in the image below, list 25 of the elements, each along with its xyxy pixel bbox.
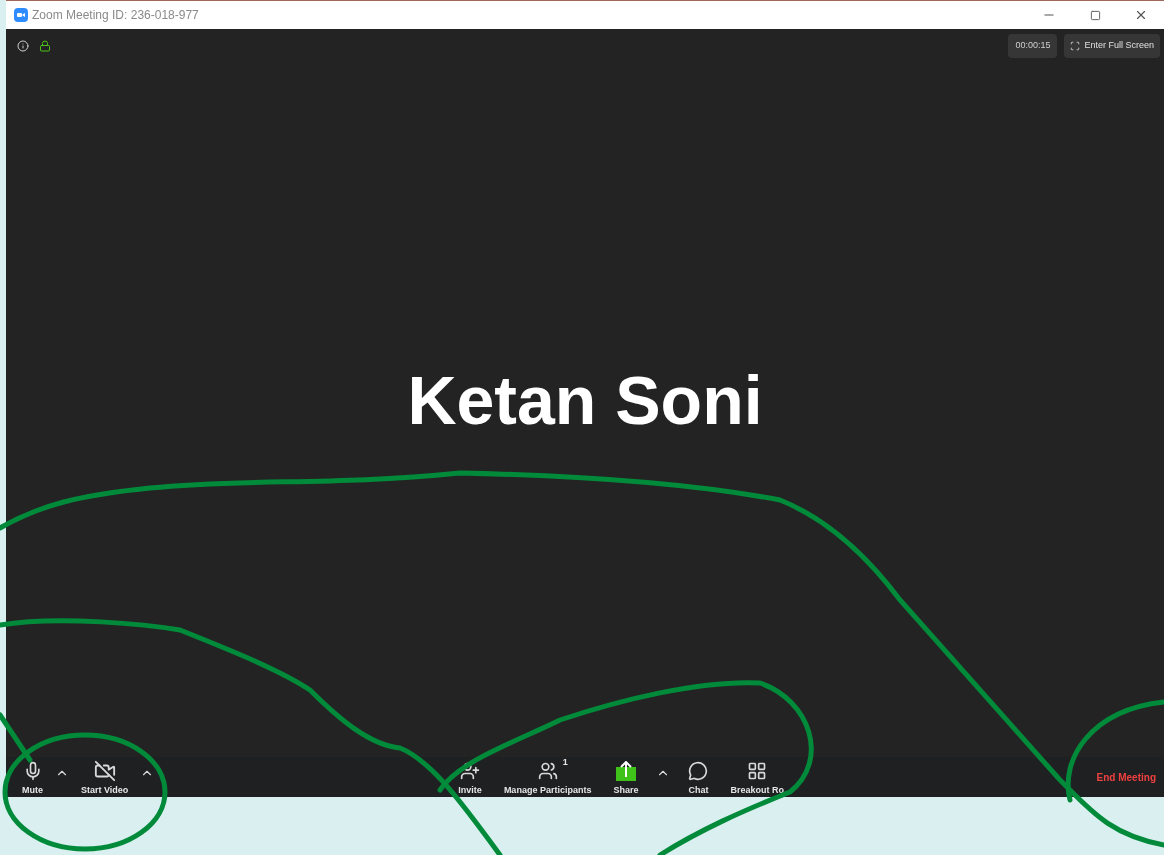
end-meeting-button[interactable]: End Meeting [1094,769,1158,785]
maximize-icon [1089,9,1101,21]
video-off-icon [93,759,116,782]
participant-count: 1 [562,757,568,767]
add-person-icon [460,760,481,781]
padlock-icon[interactable] [39,40,51,52]
grid-icon [747,760,768,781]
meeting-timer: 00:00:15 [1008,34,1058,58]
share-upload-icon [614,760,637,781]
chat-bubble-icon [688,760,709,781]
close-icon [1134,8,1148,22]
camera-app-icon [14,8,28,22]
breakout-button[interactable]: Breakout Ro [722,757,792,797]
mute-button[interactable]: Mute [14,757,51,797]
participant-name: Ketan Soni [407,361,763,440]
window-title: Zoom Meeting ID: 236-018-977 [32,7,199,24]
video-button[interactable]: Start Video [73,757,137,797]
invite-button[interactable]: Invite [450,757,490,797]
full-screen-button[interactable]: Enter Full Screen [1064,34,1160,58]
participants-button[interactable]: 1 Manage Participants [495,757,600,797]
expand-corners-icon [1070,41,1081,51]
share-button[interactable]: Share [605,757,647,797]
chat-button[interactable]: Chat [680,757,717,797]
info-icon[interactable] [17,40,29,52]
people-icon [537,760,558,781]
